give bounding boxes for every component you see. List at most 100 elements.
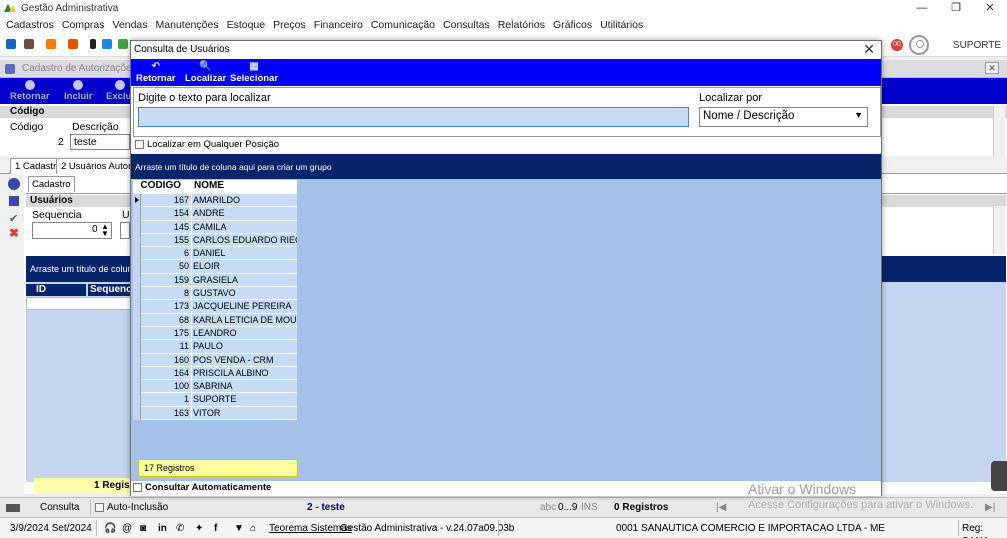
check-icon[interactable]: ✔ xyxy=(9,212,18,225)
email-icon[interactable]: @ xyxy=(122,522,132,535)
bg-scrollbar-top[interactable] xyxy=(993,106,1005,156)
menu-cadastros[interactable]: Cadastros xyxy=(6,19,54,31)
menu-comunicacao[interactable]: Comunicação xyxy=(371,19,435,31)
add-circle-icon[interactable] xyxy=(8,178,20,190)
dialog-close-button[interactable]: ✕ xyxy=(863,41,875,58)
whatsapp-icon[interactable]: ✆ xyxy=(176,522,184,535)
toolbar-box-icon[interactable] xyxy=(46,39,56,49)
linkedin-icon[interactable]: in xyxy=(158,522,167,535)
codigo-value[interactable]: 2 xyxy=(58,136,64,148)
headset-icon[interactable]: 🎧 xyxy=(104,522,116,535)
notification-badge[interactable]: 00 xyxy=(891,39,903,51)
row-indicator xyxy=(133,233,141,248)
menu-financeiro[interactable]: Financeiro xyxy=(314,19,363,31)
localizar-por-select[interactable]: Nome / Descrição ▼ xyxy=(699,107,868,127)
app-logo-icon xyxy=(4,4,16,12)
col-nome[interactable]: NOME xyxy=(181,180,289,194)
table-row[interactable]: 173 JACQUELINE PEREIRA xyxy=(133,300,297,314)
table-row[interactable]: 1 SUPORTE xyxy=(133,393,297,407)
maximize-button[interactable]: ❐ xyxy=(939,0,973,16)
table-row[interactable]: 6 DANIEL xyxy=(133,247,297,261)
dialog-titlebar: Consulta de Usuários ✕ xyxy=(131,41,881,59)
table-row[interactable]: 164 PRISCILA ALBINO xyxy=(133,366,297,381)
cancel-icon[interactable]: ✖ xyxy=(9,226,19,240)
bg-form-close-button[interactable]: ✕ xyxy=(985,62,999,74)
search-input[interactable] xyxy=(138,107,689,127)
cell-nome: KARLA LETICIA DE MOURA xyxy=(191,313,297,327)
auto-inclusao-checkbox[interactable] xyxy=(95,503,104,512)
form-icon xyxy=(5,64,15,74)
sequencia-field[interactable] xyxy=(32,222,112,239)
toolbar-dropdown-icon[interactable] xyxy=(90,39,96,49)
toolbar-home-icon[interactable] xyxy=(6,39,16,49)
table-row[interactable]: 159 GRASIELA xyxy=(133,273,297,288)
close-window-button[interactable]: ✕ xyxy=(973,0,1007,16)
nav-last-icon[interactable]: ▶| xyxy=(985,501,995,515)
table-row[interactable]: 145 CAMILA xyxy=(133,220,297,234)
col-codigo[interactable]: CODIGO xyxy=(133,180,181,194)
table-row[interactable]: 8 GUSTAVO xyxy=(133,287,297,301)
bg-retornar-button[interactable]: Retornar xyxy=(10,80,50,102)
table-row[interactable]: 160 POS VENDA - CRM xyxy=(133,353,297,367)
row-indicator xyxy=(133,393,141,407)
cell-codigo: 173 xyxy=(141,300,191,314)
group-hint-bar: Arraste um título de coluna aqui para cr… xyxy=(131,154,881,179)
trash-icon[interactable] xyxy=(9,196,19,206)
spin-icon[interactable]: ▲ ▼ xyxy=(101,223,109,238)
us-field[interactable] xyxy=(120,222,130,239)
selecionar-button[interactable]: ▦ Selecionar xyxy=(230,61,278,84)
instagram-icon[interactable]: ◙ xyxy=(140,522,146,535)
bg-scrollbar-mid[interactable] xyxy=(993,206,1005,254)
menu-estoque[interactable]: Estoque xyxy=(227,19,266,31)
user-label[interactable]: SUPORTE xyxy=(947,40,1007,51)
bg-grid-empty-row[interactable] xyxy=(26,297,136,310)
auto-consult-checkbox[interactable] xyxy=(133,482,142,492)
consulta-usuarios-dialog: Consulta de Usuários ✕ ↶ Retornar 🔍 Loca… xyxy=(130,40,882,496)
status-consulta[interactable]: Consulta xyxy=(40,501,79,515)
table-row[interactable]: 167 AMARILDO xyxy=(133,194,297,208)
menu-precos[interactable]: Preços xyxy=(273,19,306,31)
toolbar-doc-icon[interactable] xyxy=(102,39,112,49)
status-range: 0...9 xyxy=(558,502,578,513)
side-collapse-tab[interactable] xyxy=(991,461,1007,491)
nav-first-icon[interactable]: |◀ xyxy=(716,501,726,515)
bg-col-sequencia[interactable]: Sequenci xyxy=(88,284,136,296)
subtab-cadastro[interactable]: Cadastro xyxy=(28,176,75,192)
any-position-row: Localizar em Qualquer Posição xyxy=(133,139,881,153)
bg-col-id[interactable]: ID xyxy=(34,284,86,296)
menu-vendas[interactable]: Vendas xyxy=(112,19,147,31)
table-row[interactable]: 154 ANDRE xyxy=(133,207,297,221)
user-avatar-icon[interactable] xyxy=(909,35,929,55)
table-row[interactable]: 155 CARLOS EDUARDO RIECK xyxy=(133,233,297,248)
retornar-button[interactable]: ↶ Retornar xyxy=(136,61,176,84)
grid-header: CODIGO NOME xyxy=(133,180,297,194)
table-row[interactable]: 100 SABRINA xyxy=(133,380,297,394)
menu-consultas[interactable]: Consultas xyxy=(443,19,490,31)
localizar-button[interactable]: 🔍 Localizar xyxy=(185,61,226,84)
any-position-checkbox[interactable] xyxy=(135,139,144,149)
bg-incluir-button[interactable]: Incluir xyxy=(64,80,93,102)
status-abc: abc xyxy=(540,502,557,513)
filter-icon[interactable]: ▼ xyxy=(234,522,244,535)
menu-manutencoes[interactable]: Manutenções xyxy=(156,19,219,31)
cell-nome: CAMILA xyxy=(191,220,297,234)
keyboard-icon[interactable] xyxy=(6,504,20,512)
status-ins: INS xyxy=(581,502,598,513)
toolbar-users-icon[interactable] xyxy=(24,39,34,49)
menu-graficos[interactable]: Gráficos xyxy=(553,19,592,31)
table-row[interactable]: 163 VITOR xyxy=(133,406,297,421)
minimize-button[interactable]: — xyxy=(905,0,939,16)
twitter-icon[interactable]: ✦ xyxy=(195,522,203,535)
table-row[interactable]: 50 ELOIR xyxy=(133,260,297,274)
table-row[interactable]: 175 LEANDRO xyxy=(133,326,297,341)
facebook-icon[interactable]: f xyxy=(214,522,217,535)
toolbar-list-icon[interactable] xyxy=(68,39,78,49)
menu-compras[interactable]: Compras xyxy=(62,19,105,31)
menu-relatorios[interactable]: Relatórios xyxy=(498,19,545,31)
toolbar-chart-icon[interactable] xyxy=(118,39,128,49)
row-indicator xyxy=(133,273,141,288)
any-position-label: Localizar em Qualquer Posição xyxy=(147,139,280,150)
table-row[interactable]: 68KARLA LETICIA DE MOURA xyxy=(133,313,297,327)
table-row[interactable]: 11 PAULO xyxy=(133,340,297,354)
menu-utilitarios[interactable]: Utilitários xyxy=(600,19,643,31)
